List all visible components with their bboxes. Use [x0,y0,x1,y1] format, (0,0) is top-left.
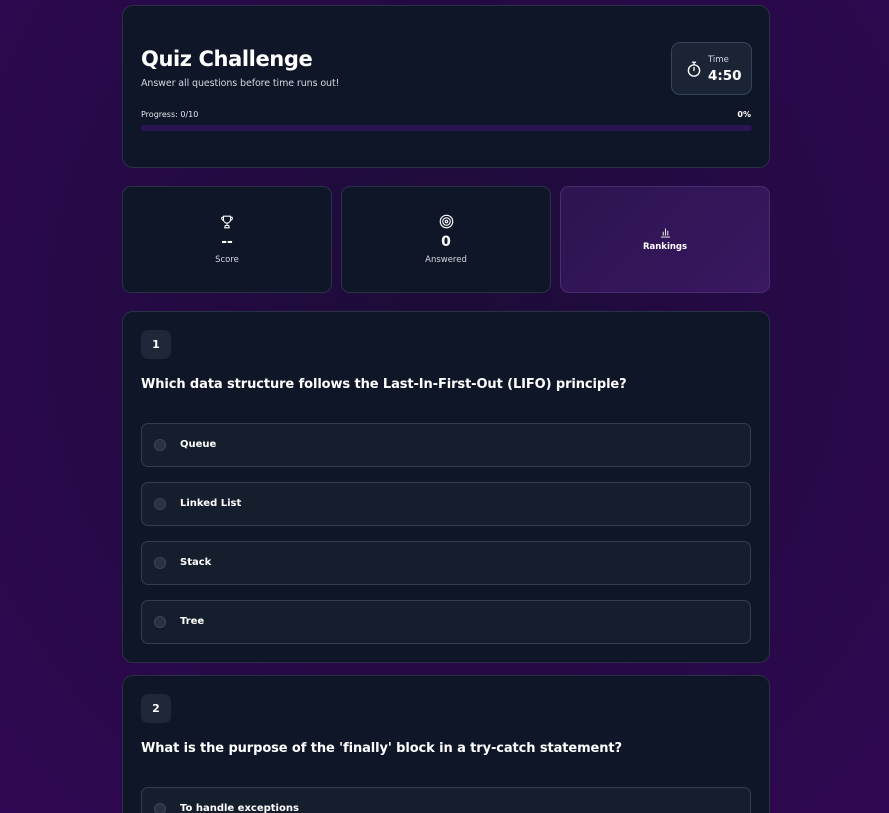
target-icon [439,214,453,229]
timer-box: Time 4:50 [671,42,752,95]
progress-percent: 0% [737,110,751,119]
radio-button[interactable] [154,557,166,569]
page-subtitle: Answer all questions before time runs ou… [141,78,340,89]
timer-label: Time [708,55,729,65]
option-label: Queue [180,439,217,450]
option-label: To handle exceptions [180,803,299,813]
question-card-2: 2 What is the purpose of the 'finally' b… [122,675,770,813]
question-card-1: 1 Which data structure follows the Last-… [122,311,770,663]
quiz-header-card: Quiz Challenge Answer all questions befo… [122,5,770,168]
question-number-badge: 2 [141,694,171,723]
answered-label: Answered [425,255,467,265]
answer-option[interactable]: Linked List [141,482,751,526]
bar-chart-icon [660,228,670,238]
score-value: -- [221,234,233,250]
answer-option[interactable]: Tree [141,600,751,644]
radio-button[interactable] [154,439,166,451]
option-label: Stack [180,557,212,568]
page-title: Quiz Challenge [141,47,313,71]
option-label: Tree [180,616,205,627]
answer-option[interactable]: Queue [141,423,751,467]
stopwatch-icon [687,61,701,77]
score-card: -- Score [122,186,332,293]
radio-button[interactable] [154,616,166,628]
question-number-badge: 1 [141,330,171,359]
option-label: Linked List [180,498,242,509]
timer-value: 4:50 [708,68,742,84]
progress-label: Progress: 0/10 [141,110,199,119]
answer-option[interactable]: To handle exceptions [141,787,751,813]
answer-option[interactable]: Stack [141,541,751,585]
progress-bar [141,125,752,131]
radio-button[interactable] [154,803,166,813]
score-label: Score [215,255,239,265]
trophy-icon [221,215,233,229]
rankings-label: Rankings [642,242,688,252]
question-text: What is the purpose of the 'finally' blo… [141,741,622,756]
answered-value: 0 [441,234,451,250]
radio-button[interactable] [154,498,166,510]
answered-card: 0 Answered [341,186,551,293]
question-text: Which data structure follows the Last-In… [141,377,627,392]
rankings-button[interactable]: Rankings [560,186,770,293]
